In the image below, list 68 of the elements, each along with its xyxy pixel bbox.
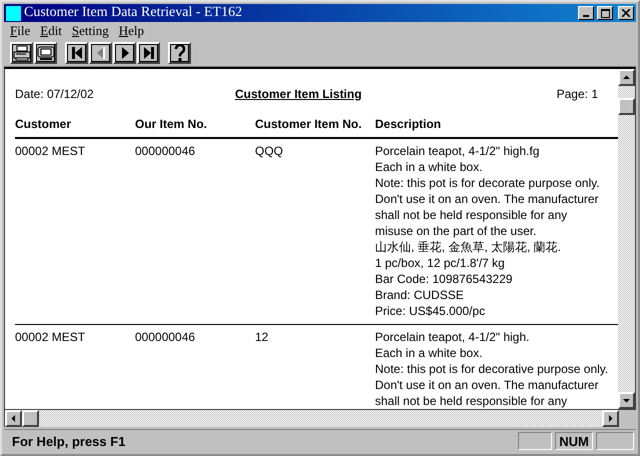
first-record-icon (70, 46, 82, 60)
table-cell-text: 00002 MEST (15, 329, 86, 346)
scroll-up-button[interactable] (618, 69, 635, 86)
screen-icon (36, 46, 54, 60)
down-arrow-icon (623, 397, 630, 404)
table-cell-text: 12 (255, 329, 270, 346)
scroll-right-button[interactable] (602, 410, 619, 427)
description-line: Porcelain teapot, 4-1/2" high. (375, 329, 530, 345)
description-line: Don't use it on an oven. The manufacturer (375, 191, 600, 207)
description-line: shall not be held responsible for any (375, 207, 568, 223)
scroll-thumb[interactable] (618, 98, 635, 115)
previous-record-icon (94, 46, 106, 60)
close-button[interactable] (618, 6, 634, 20)
scroll-down-button[interactable] (618, 392, 635, 409)
table-cell-text: 000000046 (135, 329, 196, 346)
page-number: Page: 1 (556, 87, 598, 101)
description-line: Note: this pot is for decorate purpose only. (375, 175, 601, 191)
last-record-icon (142, 46, 154, 60)
right-arrow-icon (607, 415, 614, 422)
report-title: Customer Item Listing (235, 87, 363, 101)
description-line: Don't use it on an oven. The manufacturer (375, 377, 600, 393)
table-cell-text: QQQ (255, 143, 284, 160)
description-line: Each in a white box. (375, 345, 484, 361)
description-line: 山水仙, 垂花, 金魚草, 太陽花, 蘭花. (375, 239, 562, 255)
menu-item[interactable]: Setting (68, 23, 115, 39)
horizontal-scrollbar[interactable] (4, 410, 619, 427)
preview-button[interactable] (34, 42, 57, 64)
description-line: Note: this pot is for decorative purpose only. (375, 361, 610, 377)
scroll-left-button[interactable] (5, 410, 22, 427)
column-header: Customer Item No. (255, 117, 363, 131)
left-arrow-icon (10, 415, 17, 422)
status-pane (596, 432, 634, 450)
description-line: shall not be held responsible for any (375, 393, 568, 409)
column-header: Description (375, 117, 442, 131)
first-button[interactable] (65, 42, 88, 64)
app-icon (6, 6, 21, 20)
description-line: Each in a white box. (375, 159, 484, 175)
scroll-thumb[interactable] (22, 410, 39, 427)
maximize-button[interactable] (597, 6, 613, 20)
table-cell-text: 000000046 (135, 143, 196, 160)
help-button[interactable] (168, 42, 191, 64)
description-line: Bar Code: 109876543229 (375, 271, 514, 287)
close-icon (622, 9, 630, 17)
table-cell-text: 00002 MEST (15, 143, 86, 160)
menu-item[interactable]: Help (114, 23, 150, 39)
maximize-icon (600, 8, 610, 18)
last-button[interactable] (137, 42, 160, 64)
menu-item[interactable]: Edit (36, 23, 68, 39)
help-icon (172, 44, 186, 62)
vertical-scrollbar[interactable] (618, 69, 635, 409)
description-line: Brand: CUDSSE (375, 287, 465, 303)
up-arrow-icon (623, 74, 630, 81)
window-title: Customer Item Data Retrieval - ET162 (24, 5, 244, 21)
next-button[interactable] (113, 42, 136, 64)
column-header: Our Item No. (135, 117, 208, 131)
menu-item[interactable]: File (6, 23, 36, 39)
status-indicator: NUM (555, 432, 593, 450)
printer-icon (12, 45, 30, 61)
status-message: For Help, press F1 (11, 434, 126, 448)
description-line: misuse on the part of the user. (375, 223, 538, 239)
column-header: Customer (15, 117, 72, 131)
print-button[interactable] (10, 42, 33, 64)
status-pane (518, 432, 552, 450)
description-line: 1 pc/box, 12 pc/1.8'/7 kg (375, 255, 506, 271)
report-date: Date: 07/12/02 (15, 87, 95, 101)
minimize-button[interactable] (578, 6, 594, 20)
description-line: Porcelain teapot, 4-1/2" high.fg (375, 143, 540, 159)
description-line: Price: US$45.000/pc (375, 303, 486, 319)
